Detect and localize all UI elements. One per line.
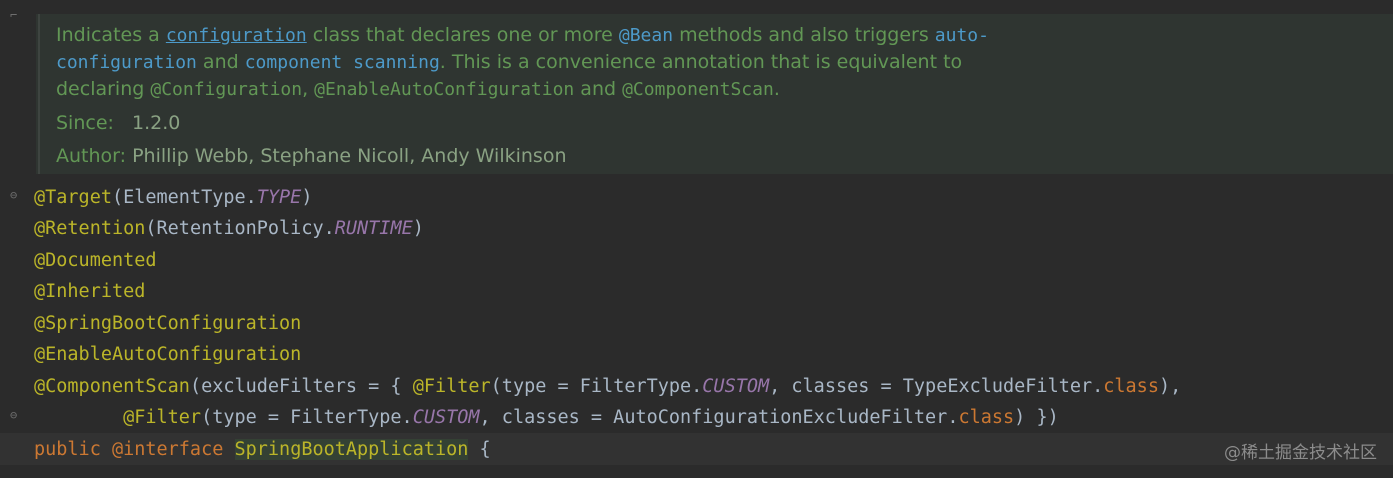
code-text: (type = FilterType. [490, 376, 703, 397]
code-line-target[interactable]: @Target(ElementType.TYPE) [34, 182, 312, 213]
fold-close-icon[interactable]: ⊖ [10, 408, 17, 422]
code-text: (excludeFilters = { [189, 376, 413, 397]
doc-text: declaring [56, 78, 151, 100]
annotation: @Filter [123, 407, 202, 428]
class-name[interactable]: SpringBootApplication [234, 439, 469, 460]
code-text: (type = FilterType. [201, 407, 413, 428]
doc-text: class that declares one or more [306, 24, 619, 46]
constant: RUNTIME [334, 218, 413, 239]
author-value: Phillip Webb, Stephane Nicoll, Andy Wilk… [132, 145, 567, 167]
annotation: @Retention [34, 218, 146, 239]
doc-text: and [196, 51, 245, 73]
annotation: @ComponentScan [34, 376, 190, 397]
auto-configuration-link[interactable]: auto- [935, 25, 989, 46]
constant: CUSTOM [412, 407, 480, 428]
doc-code: @EnableAutoConfiguration [314, 79, 575, 100]
code-line-documented[interactable]: @Documented [34, 245, 157, 276]
editor-gutter: ⌐ ⊖ ⊖ [0, 0, 33, 478]
keyword: public [34, 439, 101, 460]
fold-marker-icon[interactable]: ⌐ [10, 8, 17, 22]
bean-link[interactable]: @Bean [619, 25, 673, 46]
annotation: @Target [34, 187, 112, 208]
doc-text: , [302, 78, 315, 100]
since-value: 1.2.0 [132, 112, 181, 134]
code-line-interface[interactable]: public @interface SpringBootApplication … [34, 434, 491, 465]
javadoc-line-3: declaring @Configuration, @EnableAutoCon… [56, 76, 780, 103]
code-line-enableautoconfiguration[interactable]: @EnableAutoConfiguration [34, 339, 301, 370]
doc-text: Indicates a [56, 24, 166, 46]
annotation: @SpringBootConfiguration [34, 313, 302, 334]
doc-text: . [773, 78, 780, 100]
watermark: @稀土掘金技术社区 [1224, 443, 1377, 463]
javadoc-line-1: Indicates a configuration class that dec… [56, 22, 989, 49]
constant: TYPE [256, 187, 302, 208]
fold-open-icon[interactable]: ⊖ [10, 188, 17, 202]
code-text: ) [412, 218, 424, 239]
code-line-springbootconfiguration[interactable]: @SpringBootConfiguration [34, 308, 301, 339]
doc-text: and [574, 78, 623, 100]
configuration-link[interactable]: configuration [166, 25, 307, 46]
component-scanning-link[interactable]: component scanning [245, 52, 440, 73]
annotation: @Documented [34, 250, 157, 271]
code-line-inherited[interactable]: @Inherited [34, 276, 145, 307]
code-line-filter[interactable]: @Filter(type = FilterType.CUSTOM, classe… [34, 402, 1059, 433]
code-text: ) }) [1014, 407, 1059, 428]
annotation: @Filter [412, 376, 491, 397]
code-line-retention[interactable]: @Retention(RetentionPolicy.RUNTIME) [34, 213, 424, 244]
javadoc-line-2: configuration and component scanning. Th… [56, 49, 962, 76]
code-line-componentscan[interactable]: @ComponentScan(excludeFilters = { @Filte… [34, 371, 1181, 402]
code-text: , classes = AutoConfigurationExcludeFilt… [479, 407, 959, 428]
code-text: (RetentionPolicy. [145, 218, 335, 239]
javadoc-since: Since: 1.2.0 [56, 110, 180, 137]
author-label: Author: [56, 145, 127, 167]
code-text: { [479, 439, 491, 460]
auto-configuration-link[interactable]: configuration [56, 52, 197, 73]
doc-code: @ComponentScan [622, 79, 774, 100]
code-text: ) [301, 187, 313, 208]
keyword: class [958, 407, 1015, 428]
javadoc-border [38, 14, 40, 174]
doc-text: . This is a convenience annotation that … [439, 51, 963, 73]
code-text: ), [1158, 376, 1182, 397]
code-text: , classes = TypeExcludeFilter. [769, 376, 1104, 397]
keyword: class [1103, 376, 1159, 397]
doc-text: methods and also triggers [673, 24, 935, 46]
javadoc-author: Author: Phillip Webb, Stephane Nicoll, A… [56, 143, 567, 170]
constant: CUSTOM [702, 376, 770, 397]
annotation: @Inherited [34, 281, 146, 302]
keyword: @interface [111, 439, 224, 460]
annotation: @EnableAutoConfiguration [34, 344, 302, 365]
since-label: Since: [56, 112, 114, 134]
doc-code: @Configuration [150, 79, 303, 100]
code-text: (ElementType. [111, 187, 257, 208]
